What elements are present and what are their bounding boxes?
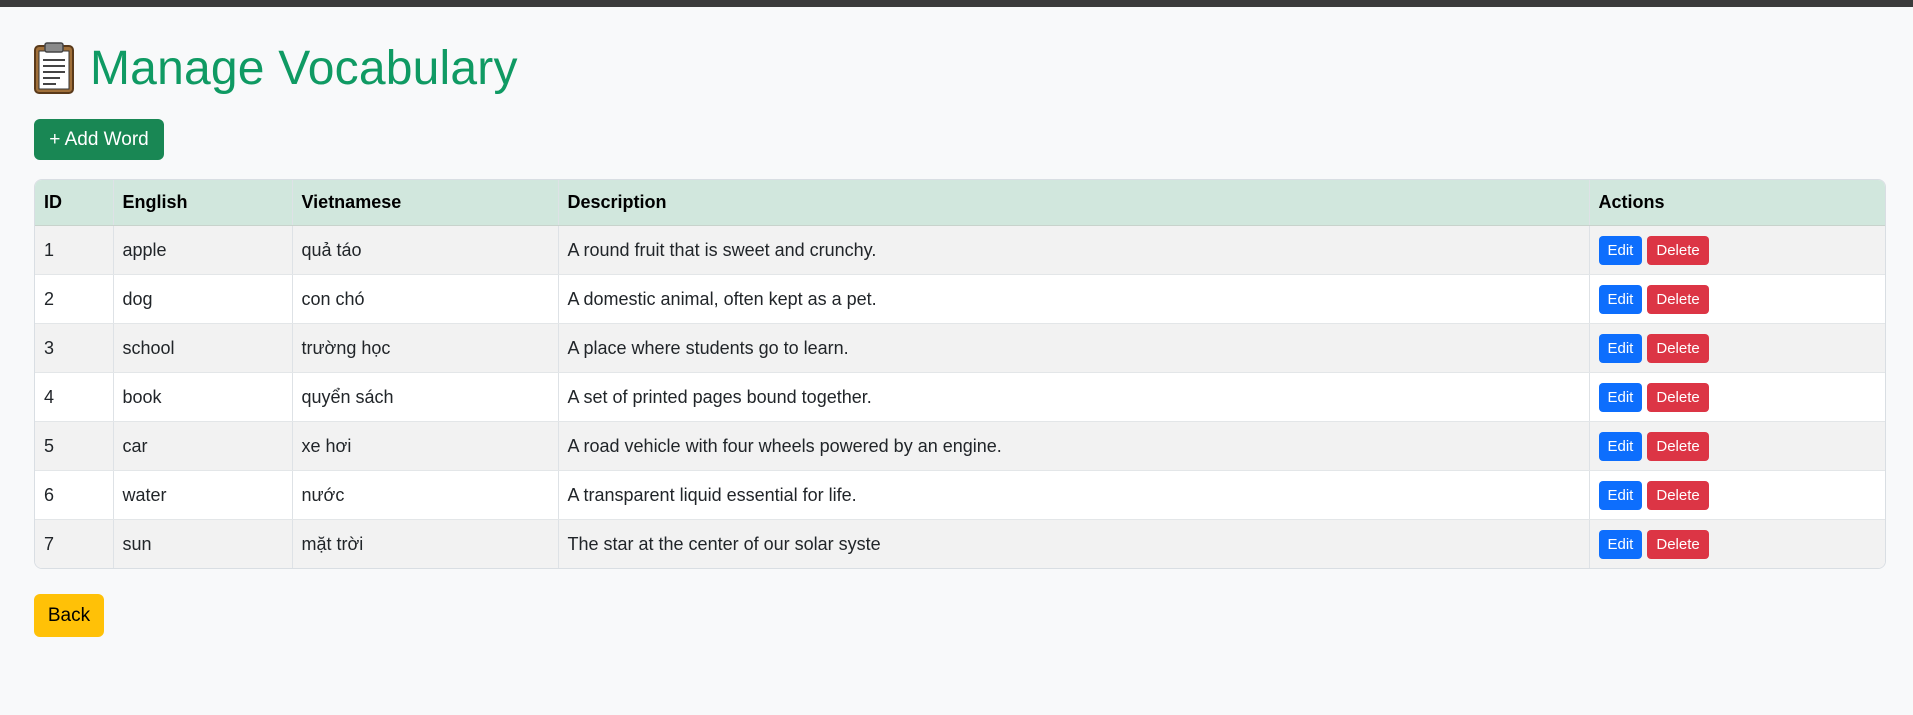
- cell-id: 5: [35, 421, 114, 471]
- cell-english: school: [113, 323, 293, 373]
- cell-description: A set of printed pages bound together.: [558, 372, 1590, 422]
- cell-id: 2: [35, 274, 114, 324]
- cell-vietnamese: quả táo: [292, 225, 559, 275]
- back-button[interactable]: Back: [34, 594, 104, 637]
- cell-description: A road vehicle with four wheels powered …: [558, 421, 1590, 471]
- table-body: 1 apple quả táo A round fruit that is sw…: [35, 225, 1885, 568]
- cell-description: A domestic animal, often kept as a pet.: [558, 274, 1590, 324]
- cell-id: 7: [35, 519, 114, 568]
- cell-actions: Edit Delete: [1589, 274, 1885, 324]
- table-row: 4 book quyển sách A set of printed pages…: [35, 372, 1885, 422]
- table-header-row: ID English Vietnamese Description Action…: [35, 180, 1885, 226]
- cell-english: water: [113, 470, 293, 520]
- cell-vietnamese: trường học: [292, 323, 559, 373]
- delete-button[interactable]: Delete: [1647, 235, 1709, 265]
- page-title: Manage Vocabulary: [34, 38, 518, 98]
- cell-description: A round fruit that is sweet and crunchy.: [558, 225, 1590, 275]
- cell-id: 3: [35, 323, 114, 373]
- vocabulary-table-container: ID English Vietnamese Description Action…: [34, 179, 1886, 569]
- delete-button[interactable]: Delete: [1647, 529, 1709, 559]
- edit-button[interactable]: Edit: [1598, 480, 1643, 510]
- cell-description: The star at the center of our solar syst…: [558, 519, 1590, 568]
- add-word-button[interactable]: + Add Word: [34, 119, 164, 160]
- cell-vietnamese: mặt trời: [292, 519, 559, 568]
- edit-button[interactable]: Edit: [1598, 431, 1643, 461]
- edit-button[interactable]: Edit: [1598, 333, 1643, 363]
- cell-vietnamese: con chó: [292, 274, 559, 324]
- clipboard-icon: [34, 42, 74, 94]
- cell-actions: Edit Delete: [1589, 225, 1885, 275]
- delete-button[interactable]: Delete: [1647, 284, 1709, 314]
- cell-english: book: [113, 372, 293, 422]
- delete-button[interactable]: Delete: [1647, 333, 1709, 363]
- cell-actions: Edit Delete: [1589, 519, 1885, 568]
- cell-actions: Edit Delete: [1589, 323, 1885, 373]
- cell-actions: Edit Delete: [1589, 421, 1885, 471]
- header-actions: Actions: [1589, 180, 1885, 226]
- browser-top-bar: [0, 0, 1913, 7]
- delete-button[interactable]: Delete: [1647, 382, 1709, 412]
- table-row: 3 school trường học A place where studen…: [35, 323, 1885, 373]
- cell-english: apple: [113, 225, 293, 275]
- cell-actions: Edit Delete: [1589, 372, 1885, 422]
- header-english: English: [113, 180, 293, 226]
- edit-button[interactable]: Edit: [1598, 529, 1643, 559]
- cell-actions: Edit Delete: [1589, 470, 1885, 520]
- cell-description: A transparent liquid essential for life.: [558, 470, 1590, 520]
- edit-button[interactable]: Edit: [1598, 382, 1643, 412]
- header-description: Description: [558, 180, 1590, 226]
- delete-button[interactable]: Delete: [1647, 431, 1709, 461]
- cell-id: 6: [35, 470, 114, 520]
- edit-button[interactable]: Edit: [1598, 235, 1643, 265]
- vocabulary-table: ID English Vietnamese Description Action…: [35, 180, 1885, 568]
- cell-vietnamese: quyển sách: [292, 372, 559, 422]
- table-row: 6 water nước A transparent liquid essent…: [35, 470, 1885, 520]
- page-title-text: Manage Vocabulary: [90, 41, 518, 95]
- table-row: 2 dog con chó A domestic animal, often k…: [35, 274, 1885, 324]
- cell-vietnamese: nước: [292, 470, 559, 520]
- cell-id: 4: [35, 372, 114, 422]
- header-id: ID: [35, 180, 114, 226]
- cell-id: 1: [35, 225, 114, 275]
- cell-english: car: [113, 421, 293, 471]
- cell-description: A place where students go to learn.: [558, 323, 1590, 373]
- table-row: 7 sun mặt trời The star at the center of…: [35, 519, 1885, 568]
- table-row: 5 car xe hơi A road vehicle with four wh…: [35, 421, 1885, 471]
- header-vietnamese: Vietnamese: [292, 180, 559, 226]
- delete-button[interactable]: Delete: [1647, 480, 1709, 510]
- table-row: 1 apple quả táo A round fruit that is sw…: [35, 225, 1885, 275]
- cell-english: dog: [113, 274, 293, 324]
- cell-vietnamese: xe hơi: [292, 421, 559, 471]
- cell-english: sun: [113, 519, 293, 568]
- edit-button[interactable]: Edit: [1598, 284, 1643, 314]
